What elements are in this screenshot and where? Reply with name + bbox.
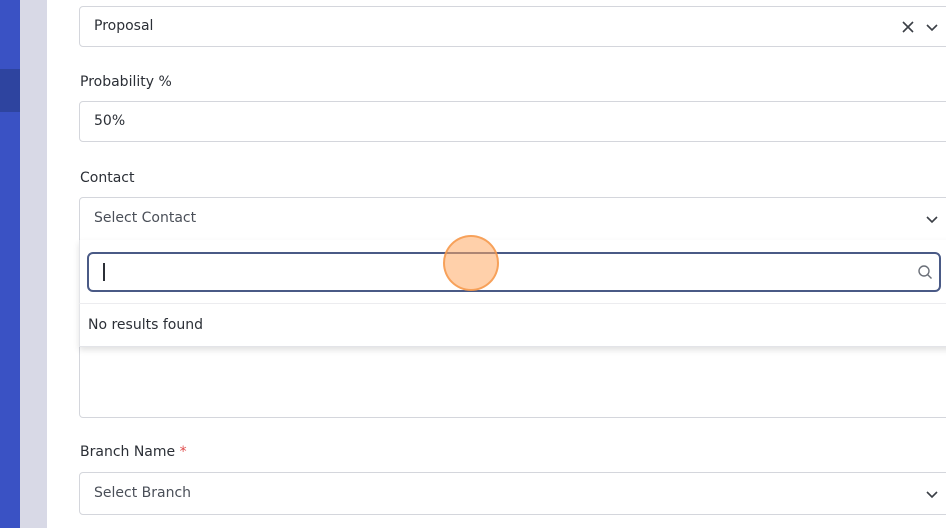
click-indicator [443,235,499,291]
contact-select[interactable]: Select Contact [79,197,946,241]
dropdown-divider [79,303,946,304]
sidebar-active-item[interactable] [0,69,20,112]
chevron-down-icon[interactable] [924,211,940,227]
branch-select[interactable]: Select Branch [79,472,946,515]
probability-value: 50% [94,113,126,129]
search-icon [918,265,932,279]
text-cursor [103,263,105,281]
no-results-message: No results found [88,317,203,333]
branch-label-text: Branch Name [80,444,176,460]
close-icon[interactable] [901,20,915,34]
contact-select-placeholder: Select Contact [94,210,197,226]
sidebar-gutter [20,0,47,528]
branch-select-placeholder: Select Branch [94,485,192,501]
contact-search-input[interactable] [87,252,941,292]
contact-label: Contact [80,170,135,186]
notes-textarea[interactable] [79,340,946,418]
branch-label: Branch Name * [80,444,187,460]
required-mark: * [179,444,187,460]
probability-input[interactable]: 50% [79,101,946,142]
probability-label: Probability % [80,74,172,90]
chevron-down-icon[interactable] [924,486,940,502]
stage-select[interactable]: Proposal [79,6,946,47]
chevron-down-icon[interactable] [924,19,940,35]
stage-select-value: Proposal [94,18,154,34]
